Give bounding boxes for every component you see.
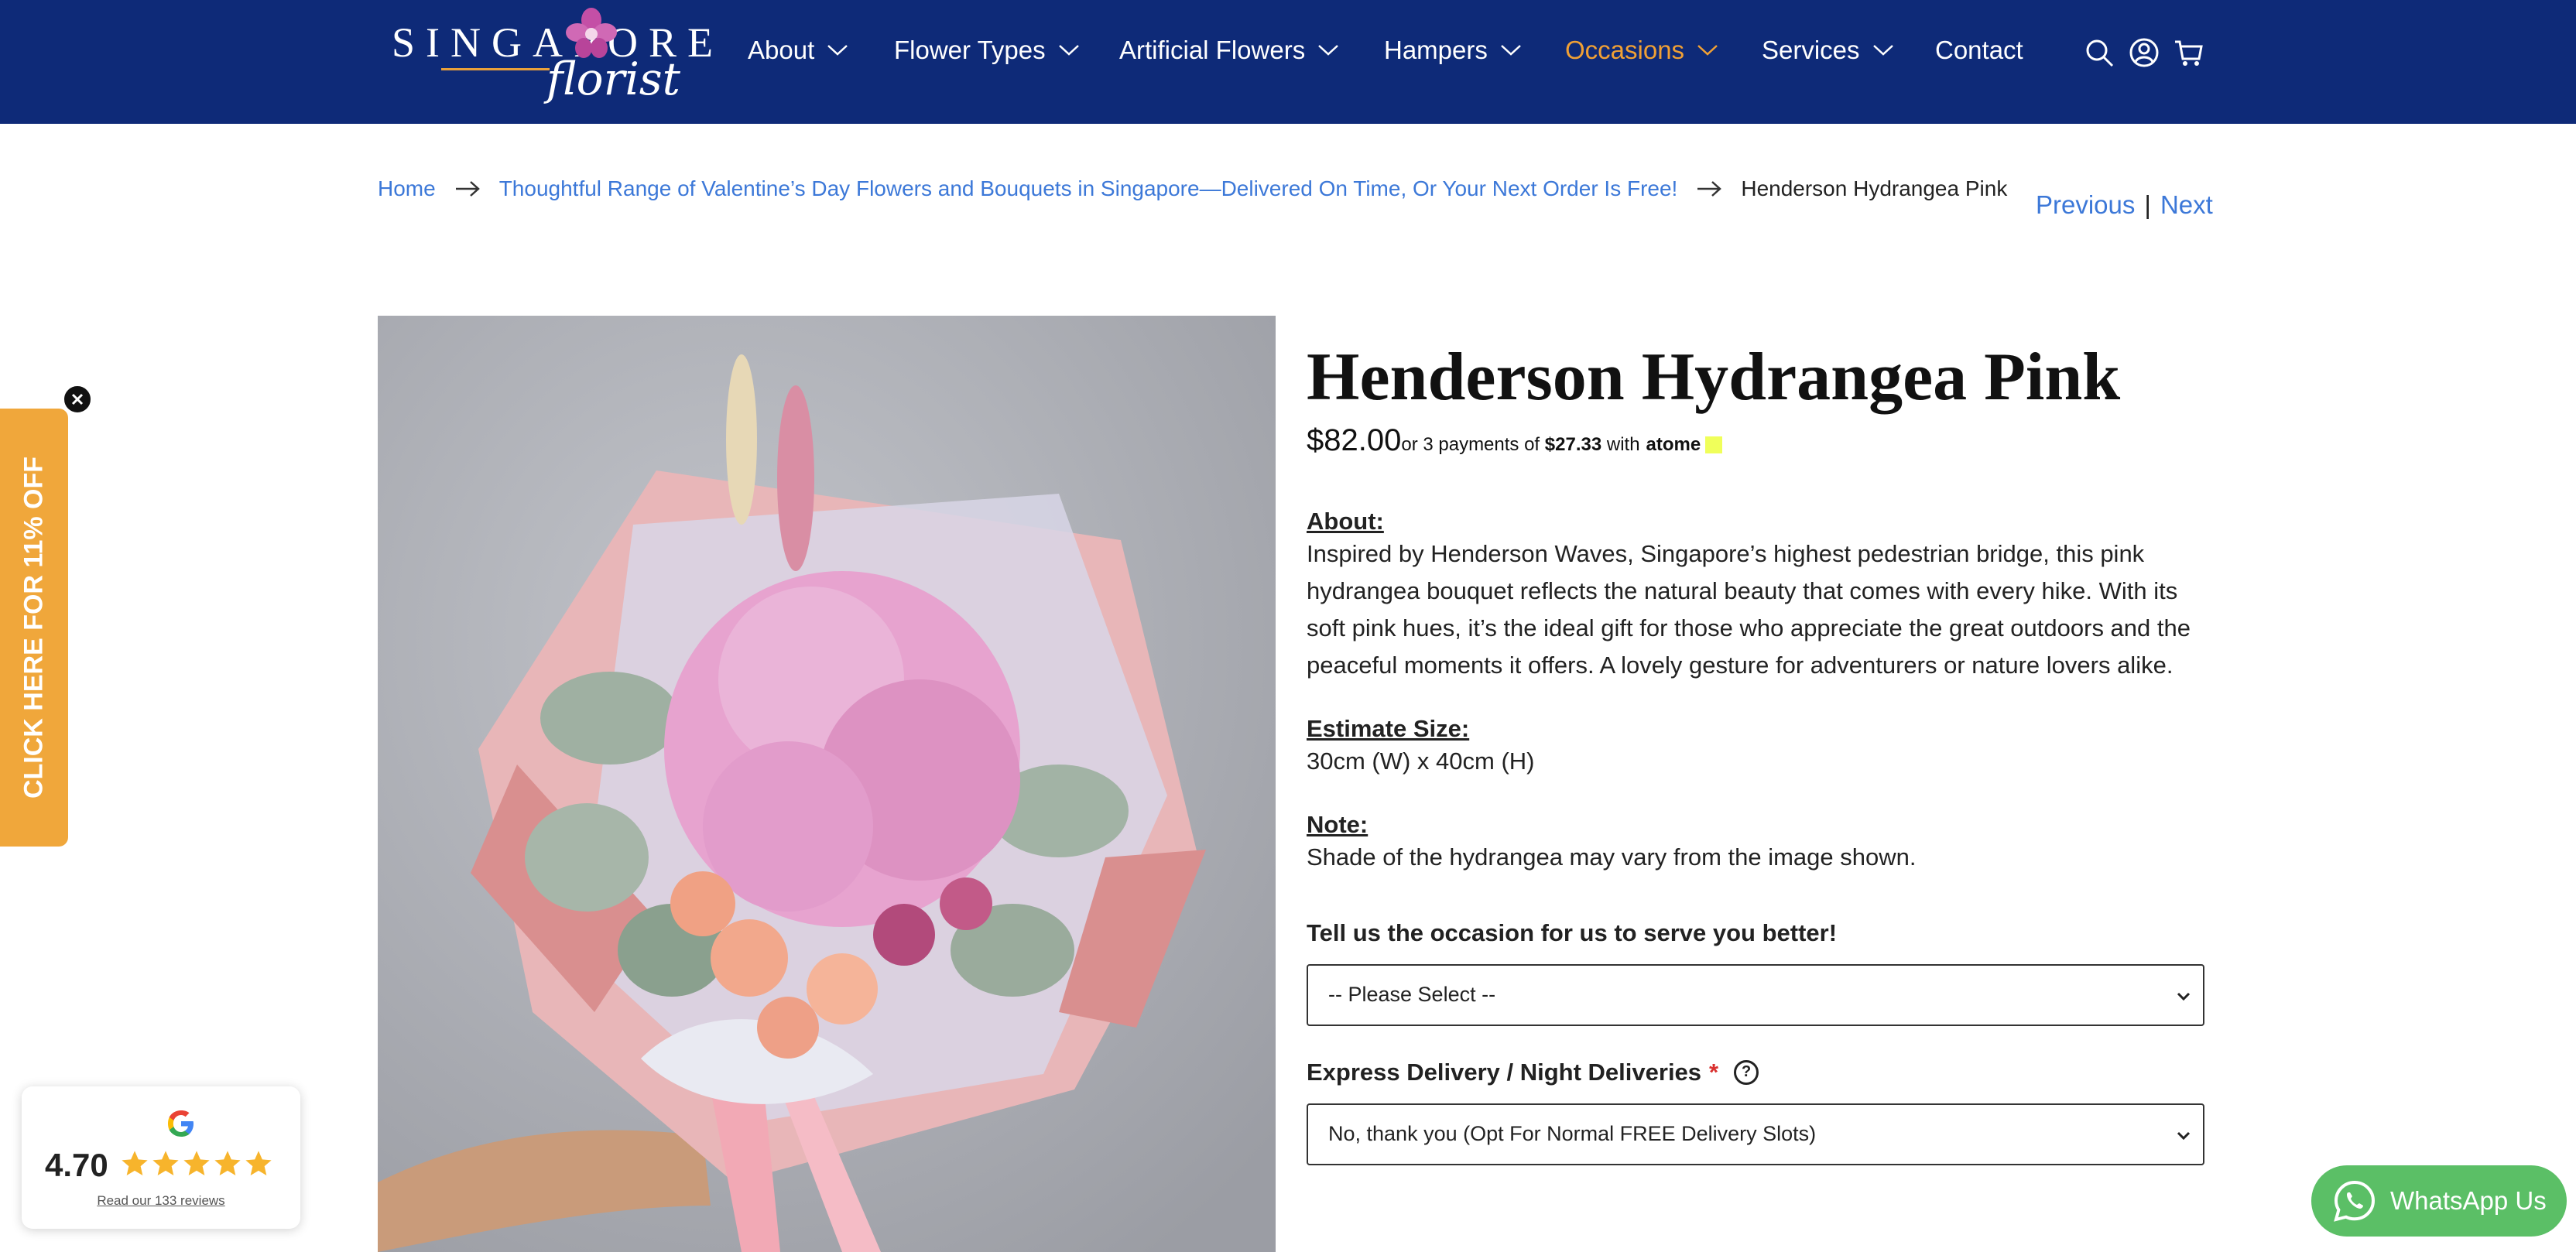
breadcrumb-current: Henderson Hydrangea Pink: [1741, 176, 2008, 200]
orchid-logo-icon: [566, 8, 617, 58]
previous-link[interactable]: Previous: [2036, 190, 2135, 220]
about-heading: About:: [1307, 507, 1384, 535]
star-icon: [183, 1151, 210, 1175]
star-icon: [152, 1151, 179, 1175]
chevron-down-icon: [1058, 45, 1079, 56]
close-icon[interactable]: [62, 384, 93, 415]
occasion-label: Tell us the occasion for us to serve you…: [1307, 918, 1838, 946]
reviews-link[interactable]: Read our 133 reviews: [22, 1193, 300, 1209]
chevron-down-icon: [2177, 1131, 2191, 1140]
breadcrumb: Home Thoughtful Range of Valentine’s Day…: [378, 176, 2007, 201]
nav-services[interactable]: Services: [1762, 36, 1894, 65]
whatsapp-icon: [2334, 1180, 2376, 1222]
price-row: $82.00 or 3 payments of $27.33 with atom…: [1307, 423, 2204, 458]
breadcrumb-category[interactable]: Thoughtful Range of Valentine’s Day Flow…: [499, 176, 1678, 201]
breadcrumb-home[interactable]: Home: [378, 176, 436, 201]
product-image[interactable]: [378, 316, 1276, 1252]
discount-promo-tab[interactable]: CLICK HERE FOR 11% OFF: [0, 409, 68, 847]
chevron-down-icon: [1501, 45, 1521, 56]
site-logo[interactable]: SINGAPORE florist: [392, 6, 713, 105]
chevron-down-icon: [1697, 45, 1718, 56]
installment-prefix: or 3 payments of: [1401, 433, 1540, 455]
delivery-label-row: Express Delivery / Night Deliveries * ?: [1307, 1059, 2204, 1086]
bouquet-illustration: [378, 316, 1276, 1252]
chevron-down-icon: [1872, 45, 1893, 56]
atome-logo[interactable]: atome: [1646, 434, 1723, 456]
product-pager: Previous | Next: [2036, 190, 2213, 220]
nav-occasions-label: Occasions: [1565, 36, 1685, 64]
nav-hampers[interactable]: Hampers: [1384, 36, 1522, 65]
nav-services-label: Services: [1762, 36, 1860, 64]
required-marker: *: [1709, 1058, 1719, 1086]
note-text: Shade of the hydrangea may vary from the…: [1307, 843, 1917, 871]
arrow-right-icon: [1696, 180, 1722, 197]
installment-amount: $27.33: [1544, 433, 1602, 455]
delivery-select-value: No, thank you (Opt For Normal FREE Deliv…: [1328, 1122, 1817, 1146]
chevron-down-icon: [2177, 992, 2191, 1001]
installment-with: with: [1606, 433, 1640, 455]
star-icon: [214, 1151, 241, 1175]
promo-label: CLICK HERE FOR 11% OFF: [19, 456, 49, 799]
atome-badge-icon: [1705, 436, 1723, 453]
google-reviews-badge[interactable]: 4.70 Read our 133 reviews: [22, 1086, 300, 1229]
note-heading: Note:: [1307, 810, 1368, 838]
pager-separator: |: [2144, 190, 2151, 219]
nav-hampers-label: Hampers: [1384, 36, 1488, 64]
occasion-select-value: -- Please Select --: [1328, 983, 1496, 1007]
nav-about-label: About: [748, 36, 815, 64]
whatsapp-button[interactable]: WhatsApp Us: [2311, 1165, 2567, 1237]
nav-flower-types-label: Flower Types: [894, 36, 1046, 64]
nav-artificial-flowers[interactable]: Artificial Flowers: [1119, 36, 1339, 65]
nav-occasions[interactable]: Occasions: [1565, 36, 1718, 65]
next-link[interactable]: Next: [2160, 190, 2213, 220]
nav-artificial-flowers-label: Artificial Flowers: [1119, 36, 1306, 64]
atome-brand: atome: [1646, 433, 1701, 455]
site-header: SINGAPORE florist About Flower Types Art…: [0, 0, 2576, 124]
review-score: 4.70: [45, 1147, 108, 1183]
nav-about[interactable]: About: [748, 36, 848, 65]
help-icon[interactable]: ?: [1734, 1059, 1759, 1085]
account-icon[interactable]: [2129, 37, 2160, 68]
star-icon: [245, 1151, 272, 1175]
nav-contact[interactable]: Contact: [1935, 36, 2023, 65]
size-text: 30cm (W) x 40cm (H): [1307, 747, 1535, 775]
arrow-right-icon: [454, 180, 481, 197]
star-rating: [119, 1148, 274, 1179]
search-icon[interactable]: [2084, 37, 2115, 68]
whatsapp-label: WhatsApp Us: [2390, 1186, 2547, 1215]
product-details: Henderson Hydrangea Pink $82.00 or 3 pay…: [1307, 340, 2204, 1165]
delivery-select[interactable]: No, thank you (Opt For Normal FREE Deliv…: [1307, 1103, 2204, 1165]
logo-underline: [441, 68, 550, 70]
chevron-down-icon: [827, 45, 848, 56]
nav-contact-label: Contact: [1935, 36, 2023, 64]
product-title: Henderson Hydrangea Pink: [1307, 340, 2121, 415]
product-price: $82.00: [1307, 422, 1402, 457]
star-icon: [122, 1151, 148, 1175]
google-icon: [168, 1110, 194, 1137]
occasion-select[interactable]: -- Please Select --: [1307, 963, 2204, 1026]
chevron-down-icon: [1318, 45, 1339, 56]
size-heading: Estimate Size:: [1307, 714, 1470, 742]
about-text: Inspired by Henderson Waves, Singapore’s…: [1307, 539, 2191, 679]
cart-icon[interactable]: [2174, 37, 2204, 68]
nav-flower-types[interactable]: Flower Types: [894, 36, 1080, 65]
delivery-label: Express Delivery / Night Deliveries: [1307, 1058, 1702, 1086]
